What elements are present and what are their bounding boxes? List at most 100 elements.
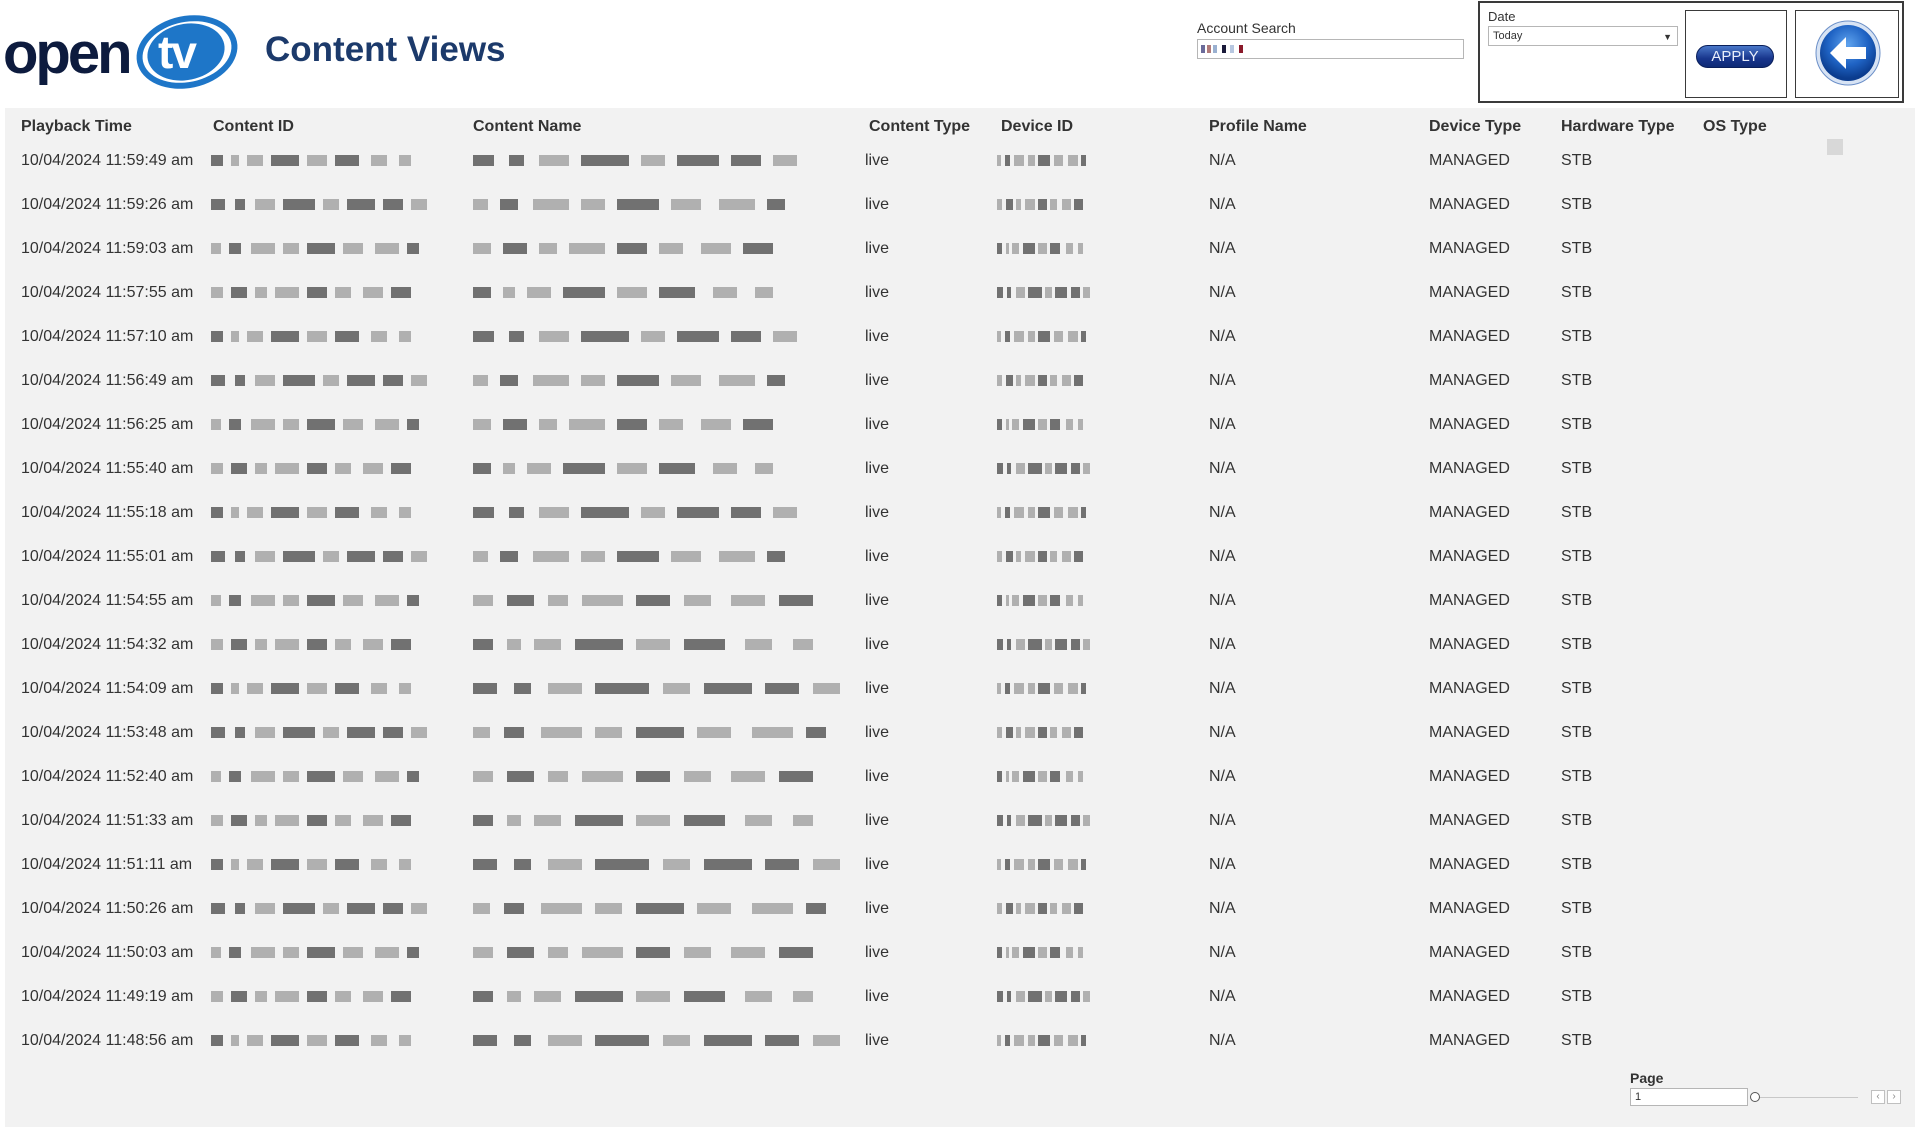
- page-title: Content Views: [265, 30, 506, 69]
- back-container: [1795, 10, 1899, 98]
- cell-device-type: MANAGED: [1429, 724, 1510, 741]
- col-content-id[interactable]: Content ID: [213, 118, 294, 136]
- cell-hardware-type: STB: [1561, 636, 1593, 653]
- redacted-value: [211, 988, 411, 1004]
- table-row[interactable]: 10/04/2024 11:55:01 am live N/A MANAGED STB: [5, 548, 1915, 592]
- cell-device-type: MANAGED: [1429, 636, 1510, 653]
- table-row[interactable]: 10/04/2024 11:54:55 am live N/A MANAGED STB: [5, 592, 1915, 636]
- page-slider-handle[interactable]: [1750, 1092, 1760, 1102]
- table-row[interactable]: 10/04/2024 11:59:03 am live N/A MANAGED STB: [5, 240, 1915, 284]
- cell-content-type: live: [865, 152, 890, 169]
- cell-profile-name: N/A: [1209, 504, 1236, 521]
- cell-content-type: live: [865, 592, 890, 609]
- cell-content-type: live: [865, 460, 890, 477]
- redacted-value: [211, 328, 411, 344]
- cell-device-type: MANAGED: [1429, 768, 1510, 785]
- cell-content-type: live: [865, 1032, 890, 1049]
- cell-device-type: MANAGED: [1429, 900, 1510, 917]
- redacted-chip: [1222, 45, 1226, 53]
- cell-device-type: MANAGED: [1429, 460, 1510, 477]
- cell-hardware-type: STB: [1561, 548, 1593, 565]
- table-row[interactable]: 10/04/2024 11:55:18 am live N/A MANAGED STB: [5, 504, 1915, 548]
- redacted-value: [211, 372, 427, 388]
- content-views-table: Playback Time Content ID Content Name Co…: [5, 108, 1915, 1127]
- cell-playback-time: 10/04/2024 11:54:32 am: [21, 636, 194, 653]
- apply-container: APPLY: [1685, 10, 1787, 98]
- table-row[interactable]: 10/04/2024 11:57:55 am live N/A MANAGED STB: [5, 284, 1915, 328]
- cell-hardware-type: STB: [1561, 196, 1593, 213]
- account-search-label: Account Search: [1197, 20, 1296, 36]
- date-selected-value: Today: [1493, 30, 1523, 42]
- cell-playback-time: 10/04/2024 11:55:01 am: [21, 548, 194, 565]
- cell-profile-name: N/A: [1209, 900, 1236, 917]
- redacted-chip: [1207, 45, 1211, 53]
- redacted-value: [997, 944, 1091, 960]
- date-select[interactable]: Today ▼: [1488, 26, 1678, 46]
- table-row[interactable]: 10/04/2024 11:53:48 am live N/A MANAGED STB: [5, 724, 1915, 768]
- cell-content-type: live: [865, 548, 890, 565]
- col-device-id[interactable]: Device ID: [1001, 118, 1073, 136]
- cell-content-type: live: [865, 328, 890, 345]
- page-input[interactable]: 1: [1630, 1088, 1748, 1106]
- col-content-name[interactable]: Content Name: [473, 118, 581, 136]
- col-playback-time[interactable]: Playback Time: [21, 118, 132, 136]
- cell-content-type: live: [865, 944, 890, 961]
- cell-content-type: live: [865, 900, 890, 917]
- filter-controls: Date Today ▼ APPLY: [1478, 1, 1904, 103]
- cell-playback-time: 10/04/2024 11:57:10 am: [21, 328, 194, 345]
- redacted-value: [473, 372, 803, 388]
- back-arrow-icon[interactable]: [1814, 19, 1882, 87]
- cell-device-type: MANAGED: [1429, 592, 1510, 609]
- header: open tv Content Views Account Search Dat…: [0, 0, 1920, 106]
- page-label: Page: [1630, 1070, 1664, 1086]
- redacted-value: [997, 812, 1091, 828]
- cell-hardware-type: STB: [1561, 988, 1593, 1005]
- pager: Page 1 ‹ ›: [1630, 1070, 1901, 1110]
- prev-page-button[interactable]: ‹: [1871, 1090, 1885, 1104]
- apply-button[interactable]: APPLY: [1696, 45, 1774, 68]
- cell-hardware-type: STB: [1561, 504, 1593, 521]
- page-slider-track[interactable]: [1754, 1097, 1858, 1098]
- col-content-type[interactable]: Content Type: [869, 118, 970, 136]
- table-row[interactable]: 10/04/2024 11:59:26 am live N/A MANAGED STB: [5, 196, 1915, 240]
- cell-playback-time: 10/04/2024 11:55:18 am: [21, 504, 194, 521]
- table-row[interactable]: 10/04/2024 11:50:03 am live N/A MANAGED STB: [5, 944, 1915, 988]
- col-device-type[interactable]: Device Type: [1429, 118, 1521, 136]
- table-row[interactable]: 10/04/2024 11:52:40 am live N/A MANAGED STB: [5, 768, 1915, 812]
- table-row[interactable]: 10/04/2024 11:49:19 am live N/A MANAGED STB: [5, 988, 1915, 1032]
- cell-device-type: MANAGED: [1429, 1032, 1510, 1049]
- cell-device-type: MANAGED: [1429, 944, 1510, 961]
- cell-profile-name: N/A: [1209, 812, 1236, 829]
- cell-device-type: MANAGED: [1429, 240, 1510, 257]
- redacted-value: [211, 812, 411, 828]
- account-search-input[interactable]: [1197, 39, 1464, 59]
- redacted-value: [997, 900, 1091, 916]
- table-row[interactable]: 10/04/2024 11:55:40 am live N/A MANAGED STB: [5, 460, 1915, 504]
- table-row[interactable]: 10/04/2024 11:48:56 am live N/A MANAGED STB: [5, 1032, 1915, 1076]
- redacted-value: [211, 592, 419, 608]
- cell-content-type: live: [865, 196, 890, 213]
- table-row[interactable]: 10/04/2024 11:57:10 am live N/A MANAGED STB: [5, 328, 1915, 372]
- redacted-value: [211, 856, 411, 872]
- table-row[interactable]: 10/04/2024 11:59:49 am live N/A MANAGED STB: [5, 152, 1915, 196]
- table-row[interactable]: 10/04/2024 11:54:32 am live N/A MANAGED STB: [5, 636, 1915, 680]
- table-row[interactable]: 10/04/2024 11:56:49 am live N/A MANAGED STB: [5, 372, 1915, 416]
- redacted-value: [211, 284, 411, 300]
- cell-playback-time: 10/04/2024 11:57:55 am: [21, 284, 194, 301]
- table-row[interactable]: 10/04/2024 11:50:26 am live N/A MANAGED STB: [5, 900, 1915, 944]
- table-row[interactable]: 10/04/2024 11:54:09 am live N/A MANAGED STB: [5, 680, 1915, 724]
- table-row[interactable]: 10/04/2024 11:56:25 am live N/A MANAGED STB: [5, 416, 1915, 460]
- redacted-value: [997, 416, 1091, 432]
- cell-hardware-type: STB: [1561, 724, 1593, 741]
- cell-device-type: MANAGED: [1429, 504, 1510, 521]
- col-hardware-type[interactable]: Hardware Type: [1561, 118, 1675, 136]
- cell-hardware-type: STB: [1561, 460, 1593, 477]
- col-os-type[interactable]: OS Type: [1703, 118, 1767, 136]
- redacted-value: [997, 196, 1091, 212]
- cell-playback-time: 10/04/2024 11:53:48 am: [21, 724, 194, 741]
- redacted-value: [473, 416, 803, 432]
- col-profile-name[interactable]: Profile Name: [1209, 118, 1307, 136]
- table-row[interactable]: 10/04/2024 11:51:11 am live N/A MANAGED STB: [5, 856, 1915, 900]
- next-page-button[interactable]: ›: [1887, 1090, 1901, 1104]
- table-row[interactable]: 10/04/2024 11:51:33 am live N/A MANAGED STB: [5, 812, 1915, 856]
